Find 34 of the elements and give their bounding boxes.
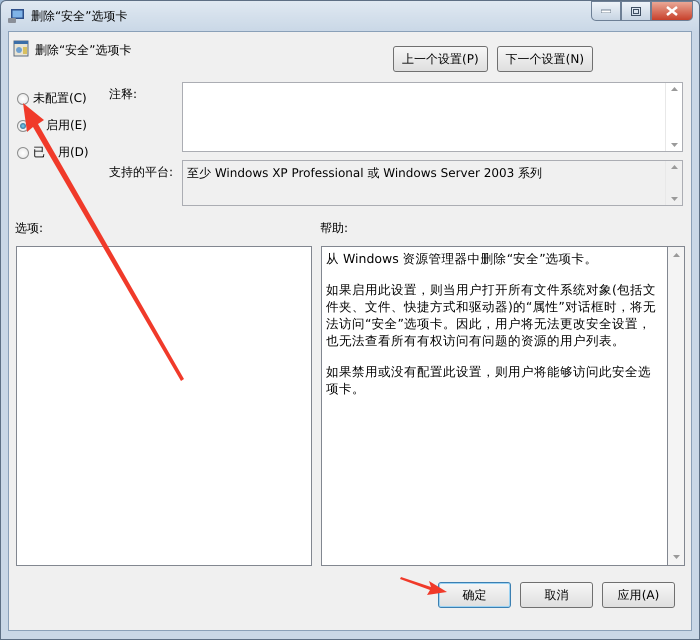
platform-text: 至少 Windows XP Professional 或 Windows Server 2003 系列 [186,164,544,182]
close-button[interactable] [651,1,693,21]
radio-option[interactable]: 已 用(D) [17,144,109,161]
annotation-arrow [400,577,447,595]
policy-icon [13,40,29,57]
radio-option[interactable]: 未配置(C) [17,90,109,107]
next-setting-button[interactable]: 下一个设置(N) [496,46,593,72]
field-label: 支持的平台: [109,164,174,180]
previous-setting-button[interactable]: 上一个设置(P) [393,46,488,72]
maximize-icon [631,6,641,16]
scrollbar[interactable] [668,247,684,565]
window-title: 删除“安全”选项卡 [31,8,128,24]
comment-field[interactable] [182,82,683,152]
ok-button[interactable]: 确定 [438,582,511,608]
help-text: 如果禁用或没有配置此设置，则用户将能够访问此安全选项卡。 [326,363,652,397]
scroll-up-icon[interactable] [670,87,678,91]
help-text: 从 Windows 资源管理器中删除“安全”选项卡。 [326,250,599,267]
scroll-down-icon[interactable] [672,555,680,559]
setting-title: 删除“安全”选项卡 [35,42,132,59]
apply-button[interactable]: 应用(A) [602,582,675,608]
field-label: 注释: [109,86,138,103]
close-icon [666,6,678,16]
scroll-down-icon[interactable] [670,196,678,200]
scroll-up-icon[interactable] [670,164,678,168]
help-text: 如果启用此设置，则当用户打开所有文件系统对象(包括文件夹、文件、快捷方式和驱动器)的“属性”对话框时，将无法访问“安全”选项卡。因此，用户将无法更改安全设置，也无法查看所有有权访问有问题的资源的用户列表。 [326,281,657,349]
cancel-button[interactable]: 取消 [520,582,593,608]
scroll-down-icon[interactable] [670,143,678,147]
section-label: 帮助: [320,220,348,237]
minimize-icon [601,9,611,13]
minimize-button[interactable] [591,1,621,21]
maximize-button[interactable] [621,1,651,21]
section-label: 选项: [14,220,44,237]
computer-icon [7,8,25,24]
scroll-up-icon[interactable] [672,253,680,257]
